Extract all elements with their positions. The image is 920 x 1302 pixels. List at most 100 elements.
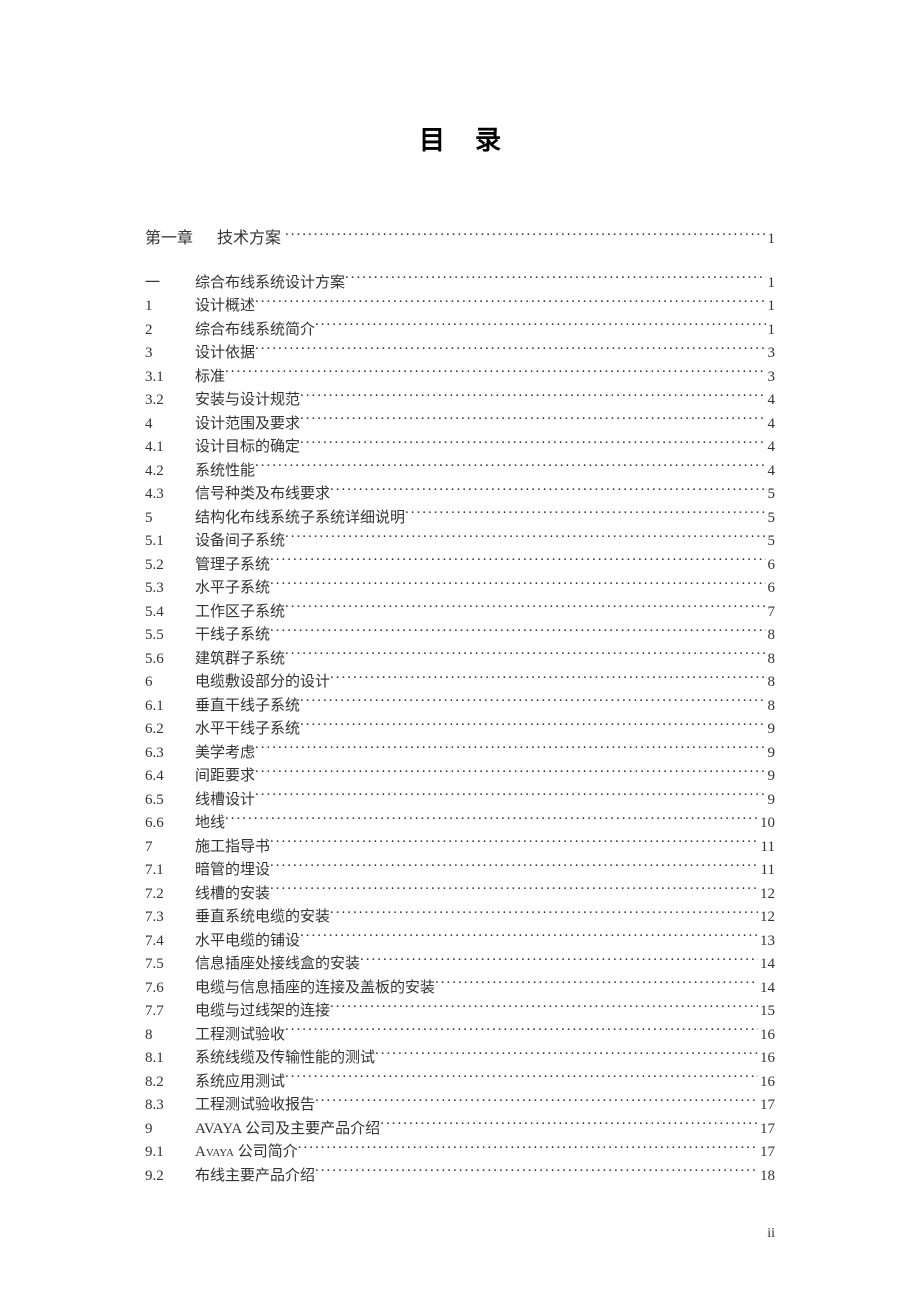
toc-entry-number: 5.6 [145,648,195,672]
toc-entry-number: 7.7 [145,1000,195,1024]
toc-entry-label: 线槽设计 [195,789,255,813]
toc-entry-row: 6.4间距要求9 [145,765,775,789]
toc-entry-row: 1设计概述1 [145,295,775,319]
toc-entry-number: 8.3 [145,1094,195,1118]
toc-entry-row: 8.3工程测试验收报告17 [145,1094,775,1118]
toc-leader-dots [285,1071,758,1086]
toc-entry-page: 5 [766,507,776,531]
toc-entry-label: 综合布线系统设计方案 [195,272,345,296]
toc-entry-number: 8.1 [145,1047,195,1071]
toc-entry-label: 建筑群子系统 [195,648,285,672]
toc-entry-label: 布线主要产品介绍 [195,1165,315,1189]
toc-entry-page: 7 [766,601,776,625]
toc-entry-label: 美学考虑 [195,742,255,766]
toc-entry-label: 管理子系统 [195,554,270,578]
toc-entry-page: 14 [758,977,775,1001]
toc-entry-page: 14 [758,953,775,977]
toc-entry-row: 3.1标准 3 [145,366,775,390]
toc-leader-dots [285,648,765,663]
toc-leader-dots [315,319,765,334]
toc-entry-number: 4.3 [145,483,195,507]
toc-leader-dots [300,389,765,404]
toc-entry-number: 3.1 [145,366,195,390]
toc-leader-dots [255,460,765,475]
toc-entry-label: 标准 [195,366,225,390]
toc-entry-number: 5.4 [145,601,195,625]
toc-entry-page: 4 [766,413,776,437]
toc-entry-label: 水平子系统 [195,577,270,601]
toc-entry-page: 6 [766,554,776,578]
toc-entry-page: 1 [766,228,776,252]
toc-entry-row: 5.2管理子系统 6 [145,554,775,578]
toc-entry-row: 5结构化布线系统子系统详细说明5 [145,507,775,531]
toc-entry-row: 3.2安装与设计规范4 [145,389,775,413]
toc-entry-page: 16 [758,1047,775,1071]
toc-entry-row: 4设计范围及要求4 [145,413,775,437]
toc-entry-row: 5.3水平子系统 6 [145,577,775,601]
toc-entry-number: 5.1 [145,530,195,554]
toc-entry-number: 3 [145,342,195,366]
toc-entry-number: 6.2 [145,718,195,742]
toc-leader-dots [315,1165,758,1180]
toc-entry-row: 2综合布线系统简介1 [145,319,775,343]
toc-entry-page: 8 [766,624,776,648]
toc-entry-row: 5.1设备间子系统5 [145,530,775,554]
toc-entry-label: 水平干线子系统 [195,718,300,742]
toc-entry-label: Avaya 公司简介 [195,1141,298,1165]
toc-leader-dots [330,671,765,686]
toc-entry-row: 7.1暗管的埋设11 [145,859,775,883]
toc-leader-dots [255,342,765,357]
toc-entry-number: 6 [145,671,195,695]
toc-entry-label: AVAYA 公司及主要产品介绍 [195,1118,380,1142]
toc-entry-number: 4.1 [145,436,195,460]
toc-entry-page: 3 [766,366,776,390]
toc-entry-page: 6 [766,577,776,601]
toc-entry-number: 1 [145,295,195,319]
toc-entry-label: 垂直系统电缆的安装 [195,906,330,930]
toc-entry-page: 12 [758,883,775,907]
toc-entry-number: 5.3 [145,577,195,601]
toc-leader-dots [255,742,765,757]
toc-leader-dots [300,930,758,945]
toc-entry-label: 结构化布线系统子系统详细说明 [195,507,405,531]
toc-entry-number: 7.4 [145,930,195,954]
toc-entry-row: 7.2线槽的安装12 [145,883,775,907]
toc-entry-row: 3设计依据3 [145,342,775,366]
toc-entry-number: 8 [145,1024,195,1048]
toc-entry-row: 6.2水平干线子系统 9 [145,718,775,742]
toc-entry-label: 电缆敷设部分的设计 [195,671,330,695]
toc-leader-dots [285,1024,758,1039]
toc-entry-number: 6.1 [145,695,195,719]
toc-entry-number: 8.2 [145,1071,195,1095]
toc-entry-number: 6.3 [145,742,195,766]
toc-entry-page: 13 [758,930,775,954]
toc-entry-page: 9 [766,765,776,789]
toc-entry-row: 9.2布线主要产品介绍18 [145,1165,775,1189]
toc-entry-page: 11 [759,836,775,860]
toc-leader-dots [380,1118,758,1133]
toc-entry-page: 9 [766,718,776,742]
toc-leader-dots [225,366,765,381]
toc-entry-label: 系统性能 [195,460,255,484]
toc-entry-row: 6.5线槽设计9 [145,789,775,813]
toc-entry-label: 地线 [195,812,225,836]
toc-entry-number: 5.2 [145,554,195,578]
toc-entry-row: 4.1设计目标的确定4 [145,436,775,460]
toc-leader-dots [298,1141,758,1156]
toc-leader-dots [300,436,765,451]
toc-entry-row: 4.3信号种类及布线要求5 [145,483,775,507]
toc-entry-page: 1 [766,272,776,296]
toc-entry-page: 4 [766,389,776,413]
toc-leader-dots [285,228,765,243]
toc-entry-page: 9 [766,789,776,813]
toc-leader-dots [255,295,765,310]
toc-entry-label: 系统线缆及传输性能的测试 [195,1047,375,1071]
toc-entry-row: 6.1垂直干线子系统8 [145,695,775,719]
toc-entry-number: 4.2 [145,460,195,484]
toc-leader-dots [300,695,765,710]
toc-entry-number: 9.2 [145,1165,195,1189]
toc-entry-label: 信息插座处接线盒的安装 [195,953,360,977]
toc-entry-label: 设计目标的确定 [195,436,300,460]
toc-leader-dots [225,812,758,827]
toc-entry-label: 水平电缆的铺设 [195,930,300,954]
